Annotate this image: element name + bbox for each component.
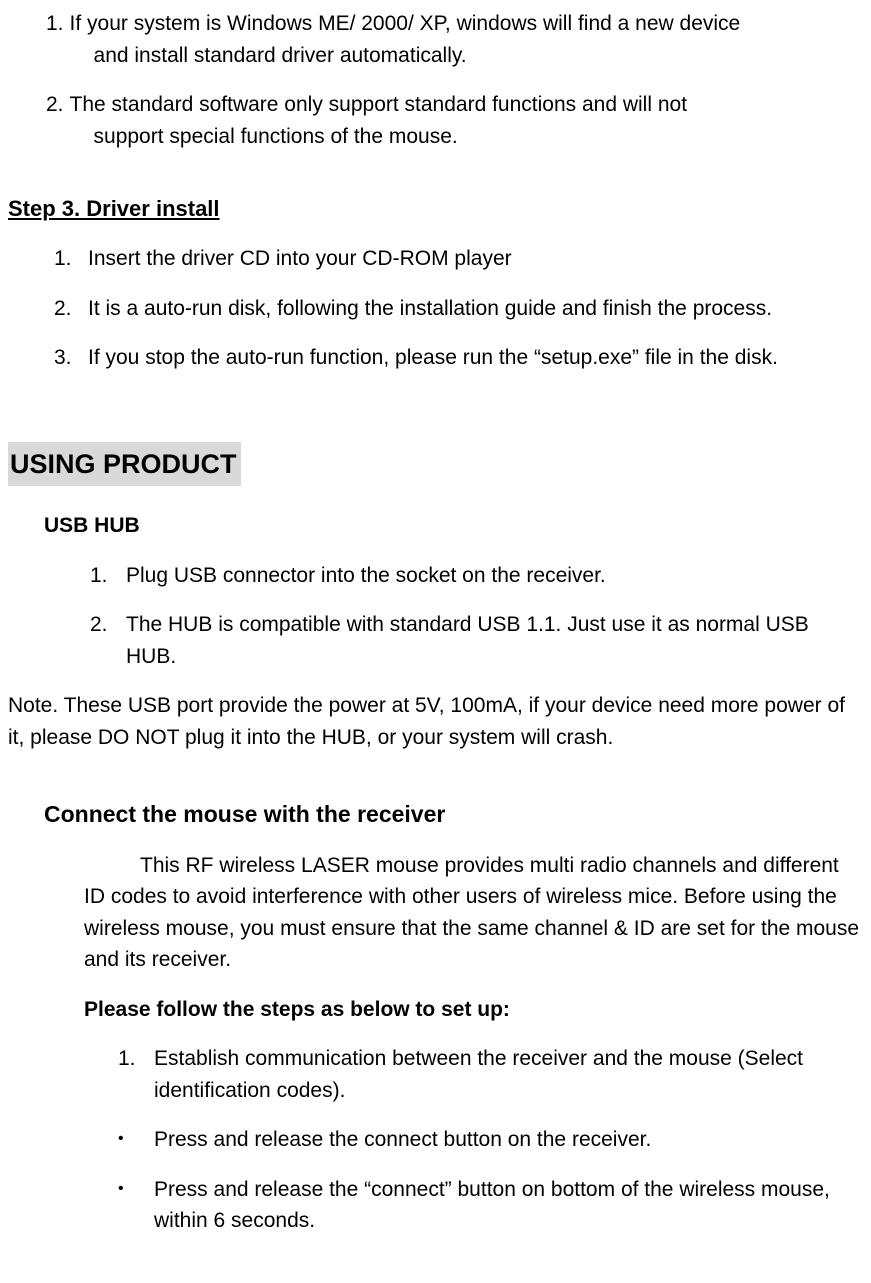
item-text: Insert the driver CD into your CD-ROM pl… — [88, 243, 512, 275]
bullet-icon: • — [118, 1124, 154, 1156]
note-number: 2. — [46, 89, 64, 152]
item-number: 1. — [54, 243, 88, 275]
item-text: Press and release the “connect” button o… — [154, 1174, 863, 1237]
item-text: Establish communication between the rece… — [154, 1043, 863, 1106]
usb-hub-heading: USB HUB — [44, 510, 863, 542]
list-item: 1. Establish communication between the r… — [118, 1043, 863, 1106]
item-number: 3. — [54, 342, 88, 374]
item-text: If you stop the auto-run function, pleas… — [88, 342, 778, 374]
step3-heading: Step 3. Driver install — [8, 192, 863, 225]
step3-list: 1. Insert the driver CD into your CD-ROM… — [54, 243, 863, 374]
note-text: If your system is Windows ME/ 2000/ XP, … — [70, 8, 741, 71]
note-item: 1. If your system is Windows ME/ 2000/ X… — [46, 8, 863, 71]
connect-instruction: Please follow the steps as below to set … — [84, 994, 863, 1026]
list-item: 1. Plug USB connector into the socket on… — [90, 560, 863, 592]
note-number: 1. — [46, 8, 64, 71]
item-text: The HUB is compatible with standard USB … — [126, 609, 863, 672]
item-number: 1. — [90, 560, 126, 592]
item-number: 2. — [90, 609, 126, 672]
setup-list: 1. Establish communication between the r… — [118, 1043, 863, 1237]
note-item: 2. The standard software only support st… — [46, 89, 863, 152]
usb-hub-note: Note. These USB port provide the power a… — [8, 690, 863, 753]
item-number: 2. — [54, 293, 88, 325]
list-item: 2. The HUB is compatible with standard U… — [90, 609, 863, 672]
item-text: Press and release the connect button on … — [154, 1124, 651, 1156]
connect-paragraph: This RF wireless LASER mouse provides mu… — [84, 850, 863, 976]
top-notes: 1. If your system is Windows ME/ 2000/ X… — [46, 8, 863, 152]
list-item: 2. It is a auto-run disk, following the … — [54, 293, 863, 325]
list-item: 3. If you stop the auto-run function, pl… — [54, 342, 863, 374]
bullet-icon: • — [118, 1174, 154, 1237]
item-text: Plug USB connector into the socket on th… — [126, 560, 606, 592]
usb-hub-list: 1. Plug USB connector into the socket on… — [90, 560, 863, 673]
list-item: 1. Insert the driver CD into your CD-ROM… — [54, 243, 863, 275]
using-product-section: USING PRODUCT — [8, 404, 863, 511]
item-text: It is a auto-run disk, following the ins… — [88, 293, 772, 325]
using-product-heading: USING PRODUCT — [8, 442, 241, 487]
list-item: • Press and release the connect button o… — [118, 1124, 863, 1156]
connect-heading: Connect the mouse with the receiver — [44, 797, 863, 832]
item-number: 1. — [118, 1043, 154, 1106]
list-item: • Press and release the “connect” button… — [118, 1174, 863, 1237]
note-text: The standard software only support stand… — [70, 89, 688, 152]
